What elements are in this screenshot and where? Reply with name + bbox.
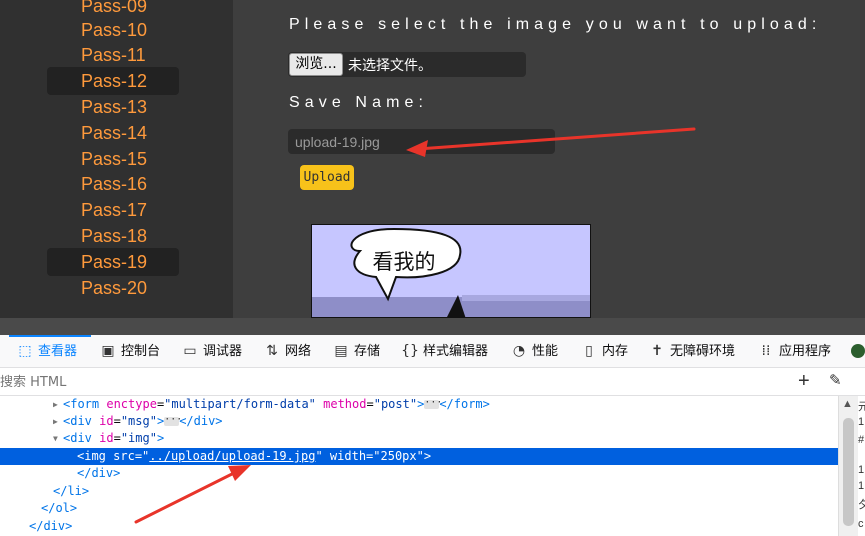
upload-panel: Please select the image you want to uplo… [233,0,865,318]
tab-application[interactable]: ⁞⁞ 应用程序 [757,335,831,368]
sidebar-item-pass-16[interactable]: Pass-16 [47,170,179,198]
sidebar-item-pass-18[interactable]: Pass-18 [47,222,179,250]
expand-arrow-icon[interactable]: ▶ [53,396,63,413]
collapsed-ellipsis-icon[interactable]: ··· [424,398,442,409]
console-icon: ▣ [101,343,115,359]
sidebar-item-pass-12[interactable]: Pass-12 [47,67,179,95]
rules-panel-edge: 元 1 # 1 1 夕 c [858,401,865,530]
devtools-splitter[interactable] [0,318,865,335]
file-status-text: 未选择文件。 [348,58,432,74]
tab-debugger[interactable]: ▭ 调试器 [181,335,242,368]
memory-icon: ▯ [585,343,593,359]
sidebar-item-pass-10[interactable]: Pass-10 [47,16,179,44]
tree-node-ol-close: </ol> [41,501,78,515]
sidebar: Pass-09 Pass-10 Pass-11 Pass-12 Pass-13 … [0,0,233,318]
scrollbar-thumb[interactable] [843,418,854,526]
tab-style-editor[interactable]: {} 样式编辑器 [401,335,488,368]
sidebar-item-pass-15[interactable]: Pass-15 [47,145,179,173]
save-name-input[interactable] [288,129,555,154]
tab-network[interactable]: ⇅ 网络 [263,335,311,368]
sidebar-item-pass-17[interactable]: Pass-17 [47,196,179,224]
save-name-label: Save Name: [289,94,429,111]
sidebar-item-pass-14[interactable]: Pass-14 [47,119,179,147]
comic-image: 看我的 [312,227,590,317]
sidebar-item-pass-11[interactable]: Pass-11 [47,41,179,69]
tree-node-img-div[interactable]: ▼ <div id="img"> [0,430,838,447]
add-node-icon[interactable]: + [798,370,810,392]
tree-node-li-close: </li> [53,484,90,498]
sidebar-item-pass-19[interactable]: Pass-19 [47,248,179,276]
network-icon: ⇅ [266,343,278,359]
select-prompt: Please select the image you want to uplo… [289,16,822,33]
img-src-link[interactable]: ../upload/upload-19.jpg [149,449,315,463]
debugger-icon: ▭ [183,343,197,359]
performance-icon: ◔ [512,343,526,359]
screenshot: Pass-09 Pass-10 Pass-11 Pass-12 Pass-13 … [0,0,865,536]
devtools-toolbar: ⬚ 查看器 ▣ 控制台 ▭ 调试器 ⇅ 网络 ▤ 存储 {} 样式编辑器 ◔ 性能 ▯ 内存 ✝… [0,335,865,368]
browse-button[interactable]: 浏览... [289,53,343,76]
collapse-arrow-icon[interactable]: ▼ [53,430,63,447]
sidebar-item-pass-13[interactable]: Pass-13 [47,93,179,121]
inspector-icon: ⬚ [18,343,32,359]
devtools-panel: ⬚ 查看器 ▣ 控制台 ▭ 调试器 ⇅ 网络 ▤ 存储 {} 样式编辑器 ◔ 性能 ▯ 内存 ✝… [0,335,865,536]
speech-text: 看我的 [373,250,436,274]
markup-scrollbar[interactable]: ▲ [838,396,858,536]
markup-tree: ▶ <form enctype="multipart/form-data" met… [0,396,838,536]
html-search-input[interactable] [0,373,200,391]
tab-console[interactable]: ▣ 控制台 [99,335,160,368]
tab-performance[interactable]: ◔ 性能 [510,335,558,368]
extension-icon[interactable] [850,343,865,359]
collapsed-ellipsis-icon[interactable]: ··· [164,415,182,426]
tab-accessibility[interactable]: ✝ 无障碍环境 [648,335,735,368]
scroll-up-icon[interactable]: ▲ [842,398,853,410]
tab-inspector[interactable]: ⬚ 查看器 [16,335,77,368]
expand-arrow-icon[interactable]: ▶ [53,413,63,430]
tab-memory[interactable]: ▯ 内存 [580,335,628,368]
tree-node-msg[interactable]: ▶ <div id="msg">···</div> [0,413,838,430]
upload-button[interactable]: Upload [300,165,354,190]
tab-storage[interactable]: ▤ 存储 [332,335,380,368]
tree-node-div-close-outer: </div> [29,519,73,533]
accessibility-icon: ✝ [651,343,663,359]
eyedropper-icon[interactable]: ✎ [829,371,842,389]
uploaded-image-preview: 看我的 [311,224,591,318]
tree-node-form[interactable]: ▶ <form enctype="multipart/form-data" met… [0,396,838,413]
tree-node-div-close: </div> [77,466,121,480]
sidebar-item-pass-20[interactable]: Pass-20 [47,274,179,302]
application-icon: ⁞⁞ [761,343,771,359]
html-search-bar: + ✎ [0,368,865,396]
storage-icon: ▤ [334,343,348,359]
tree-node-img-selected[interactable]: <img src="../upload/upload-19.jpg" width… [0,448,838,465]
style-editor-icon: {} [401,343,419,359]
